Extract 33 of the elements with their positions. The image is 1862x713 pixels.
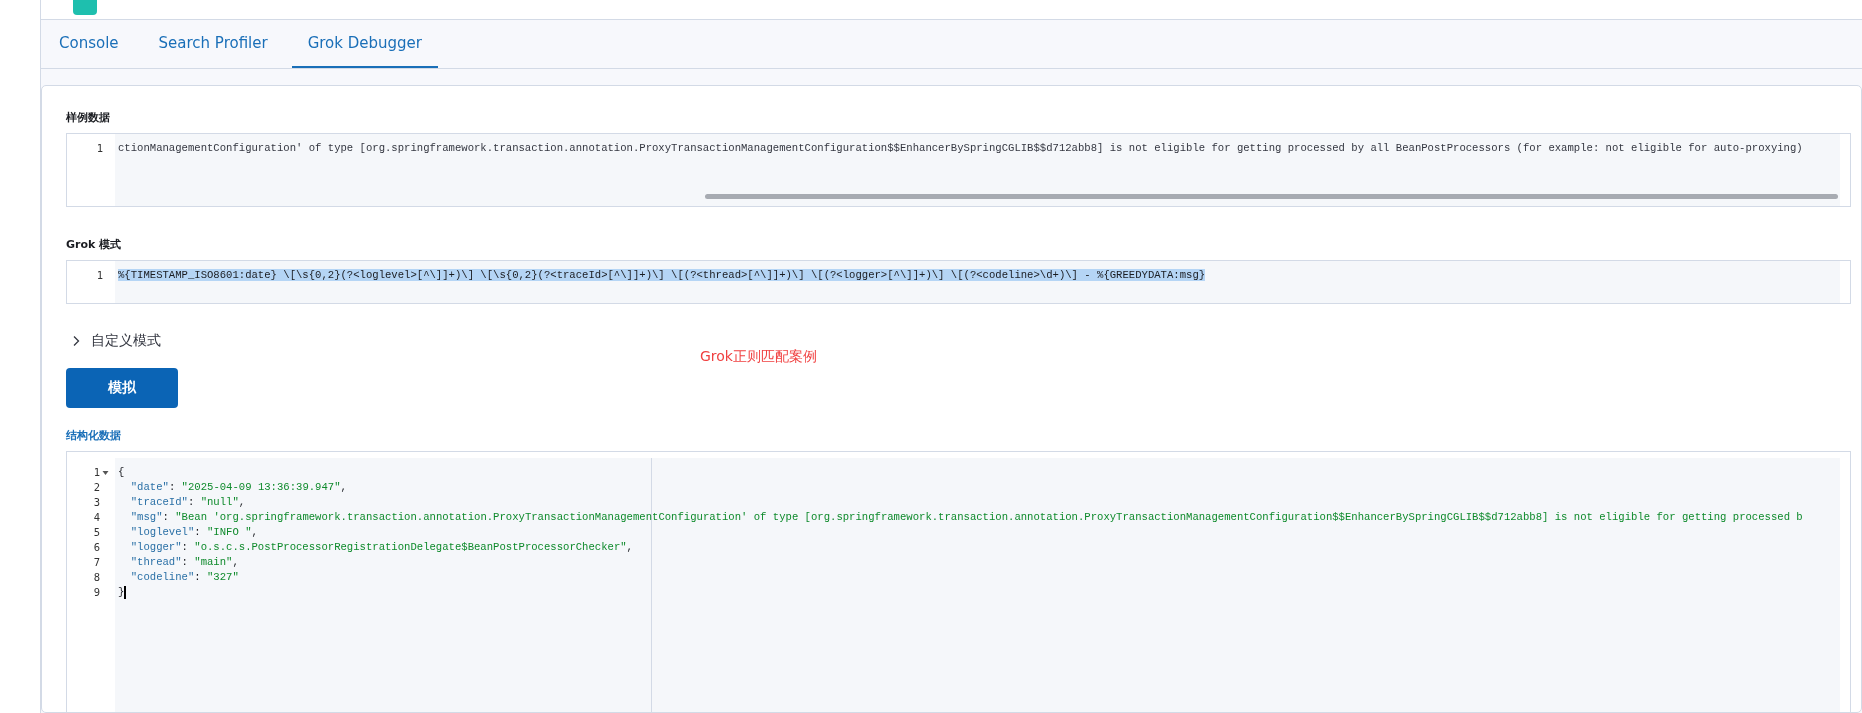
section-label: 样例数据: [66, 110, 111, 125]
line-number: 5: [93, 525, 100, 540]
code-line: "msg": "Bean 'org.springframework.transaction.annotation.ProxyTransactionManagementConfiguration' of type [org.springframework.transaction.annotation.ProxyTransactionManagementConfiguration$$EnhancerBySpringCGLIB$$d712abb8] is not eligible for getting processed b: [129, 510, 1804, 525]
accordion-toggle[interactable]: 自定义模式: [91, 332, 161, 350]
line-number: 1: [93, 465, 100, 480]
line-number: 1: [95, 268, 104, 283]
line-number: 7: [93, 555, 100, 570]
line-number: 8: [93, 570, 100, 585]
line-number: 1: [95, 141, 104, 156]
code-line: {: [118, 465, 126, 480]
line-number: 2: [93, 480, 100, 495]
line-number: 3: [93, 495, 100, 510]
code-line: "thread": "main",: [129, 555, 240, 570]
caret-down-icon[interactable]: [102, 469, 109, 476]
line-number: 4: [93, 510, 100, 525]
annotation-text: Grok正则匹配案例: [700, 348, 817, 366]
code-line: "logger": "o.s.c.s.PostProcessorRegistrationDelegate$BeanPostProcessorChecker",: [129, 540, 634, 555]
simulate-button[interactable]: 模拟: [66, 368, 178, 408]
code-line: "traceId": "null",: [129, 495, 247, 510]
code-line: "loglevel": "INFO ",: [129, 525, 259, 540]
code-line: }: [118, 585, 127, 600]
section-label: Grok 模式: [66, 237, 123, 252]
code-editor[interactable]: 1 %{TIMESTAMP_ISO8601:date} \[\s{0,2}(?<loglevel>[^\]]+)\] \[\s{0,2}(?<traceId>[^\]]+)\] \[(?<thread>[^\]]+)\] \[(?<logger>[^\]]+)\] \[(?<codeline>\d+)\] - %{GREEDYDATA:msg}: [66, 260, 1851, 304]
tab[interactable]: Search Profiler: [142, 20, 284, 68]
code-line: "date": "2025-04-09 13:36:39.947",: [129, 480, 348, 495]
section-label: 结构化数据: [66, 428, 122, 443]
chevron-icon[interactable]: [71, 335, 81, 347]
code-line: "codeline": "327": [129, 570, 240, 585]
line-number: 6: [93, 540, 100, 555]
tab[interactable]: Grok Debugger: [291, 20, 438, 68]
code-line: ctionManagementConfiguration' of type [org.springframework.transaction.annotation.ProxyTransactionManagementConfiguration$$EnhancerBySpringCGLIB$$d712abb8] is not eligible for getting processed by all BeanPostProcessors (for example: not eligible for auto-proxying): [118, 141, 1804, 156]
tab[interactable]: Console: [43, 20, 135, 68]
line-number: 9: [93, 585, 100, 600]
